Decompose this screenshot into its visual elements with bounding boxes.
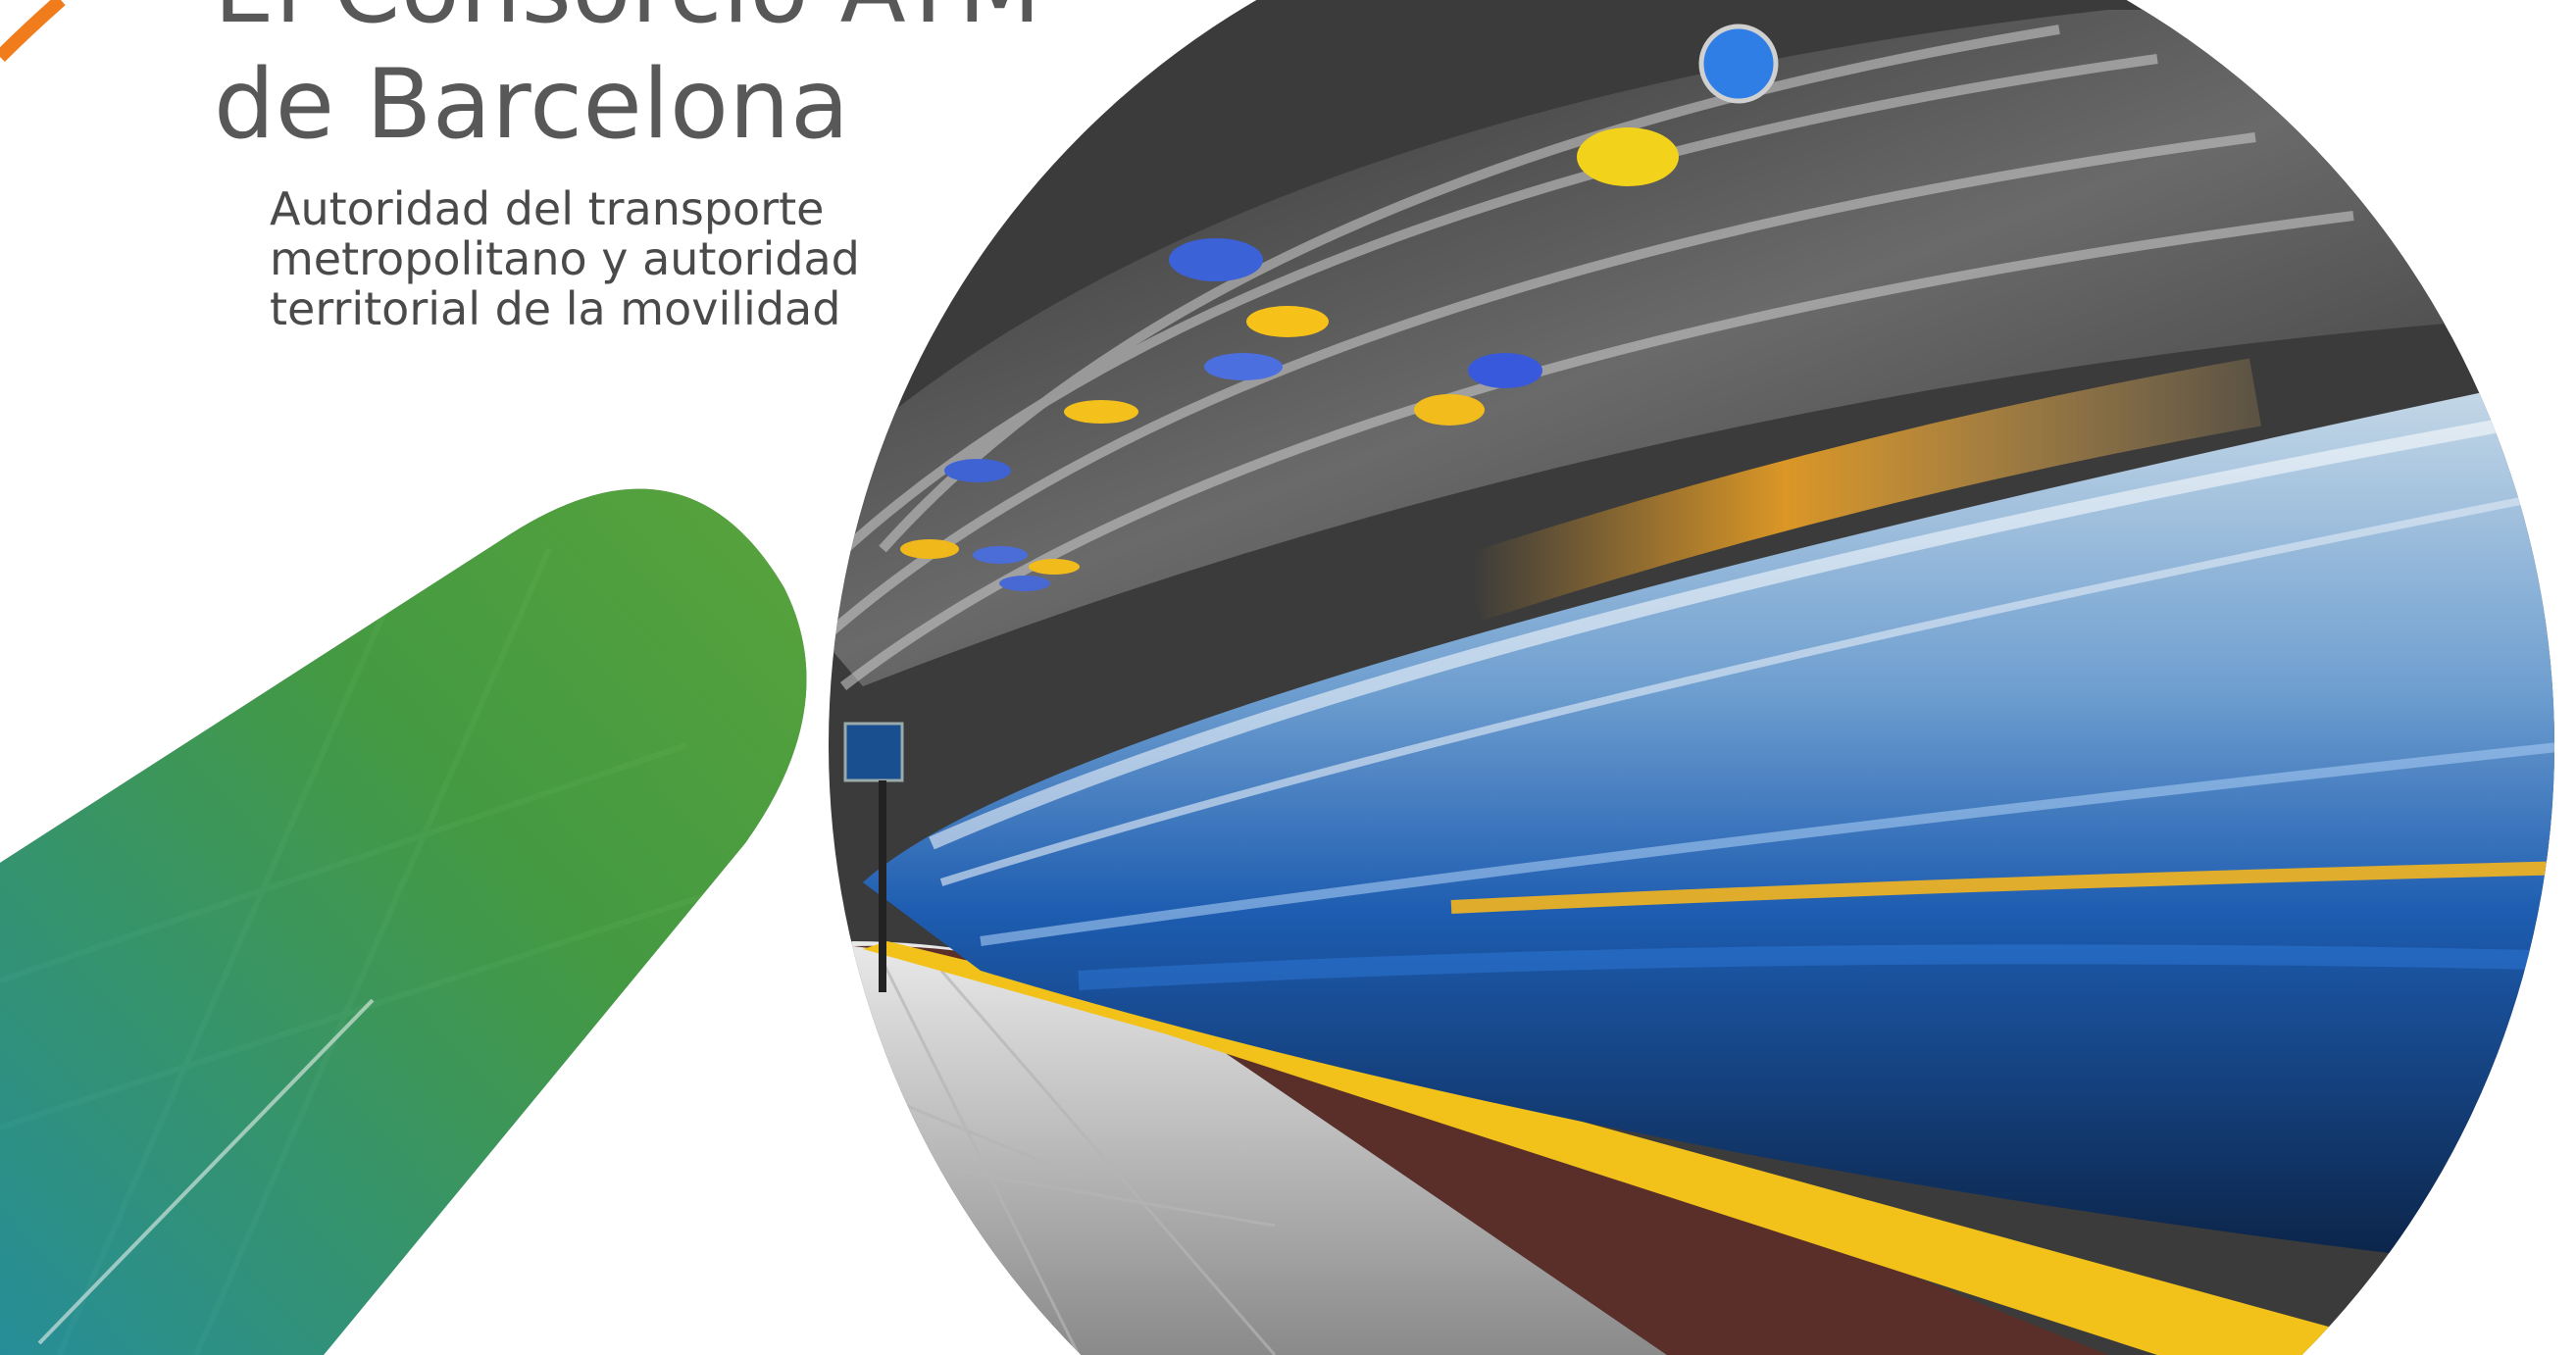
brochure-page: El Consorcio ATM de Barcelona Autoridad … [0, 0, 2576, 1355]
subtitle-line-2: metropolitano y autoridad [270, 232, 860, 285]
page-title: El Consorcio ATM de Barcelona [214, 0, 1041, 163]
station-sign [843, 722, 904, 782]
subtitle-line-3: territorial de la movilidad [270, 282, 841, 335]
title-line-2: de Barcelona [214, 49, 850, 161]
orange-corner-accent [0, 0, 66, 62]
subtitle-line-1: Autoridad del transporte [270, 182, 825, 235]
title-line-1: El Consorcio ATM [214, 0, 1041, 47]
page-subtitle: Autoridad del transporte metropolitano y… [270, 184, 860, 334]
